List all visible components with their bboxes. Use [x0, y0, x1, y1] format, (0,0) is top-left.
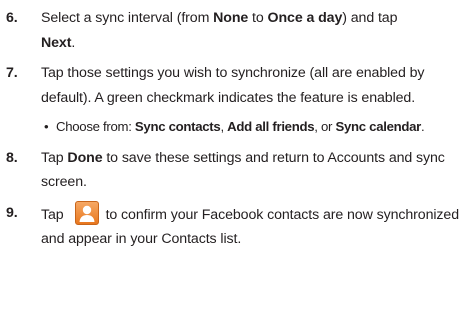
bold-term: None	[213, 10, 249, 26]
step-number: 8.	[6, 149, 18, 166]
step-text: Tap those settings you wish to synchroni…	[41, 65, 425, 106]
contacts-app-icon	[74, 200, 99, 225]
step-8: 8. Tap Done to save these settings and r…	[0, 146, 472, 195]
bullet-text: Choose from: Sync contacts, Add all frie…	[56, 119, 425, 134]
step-number: 7.	[6, 65, 18, 81]
step-number: 9.	[6, 204, 18, 221]
step-7: 7. Tap those settings you wish to synchr…	[0, 61, 472, 110]
step-text: Tap to confirm your Facebook contacts are…	[41, 200, 459, 247]
bold-term: Sync calendar	[335, 119, 422, 134]
step-6: 6. Select a sync interval (from None to …	[0, 6, 472, 55]
instruction-document: 6. Select a sync interval (from None to …	[0, 6, 472, 258]
step-text: Select a sync interval (from None to Onc…	[41, 10, 398, 51]
bold-term: Add all friends	[227, 119, 315, 134]
bold-term: Done	[67, 149, 103, 166]
bold-term: Next	[41, 34, 72, 51]
bullet-symbol: •	[44, 119, 49, 134]
bold-term: Once a day	[267, 10, 343, 26]
step-text: Tap Done to save these settings and retu…	[41, 149, 445, 191]
bold-term: Sync contacts	[134, 119, 221, 134]
step-number: 6.	[6, 10, 18, 26]
bullet-item: • Choose from: Sync contacts, Add all fr…	[0, 115, 472, 140]
step-9: 9. Tap to confirm your Facebook contacts …	[0, 200, 472, 252]
